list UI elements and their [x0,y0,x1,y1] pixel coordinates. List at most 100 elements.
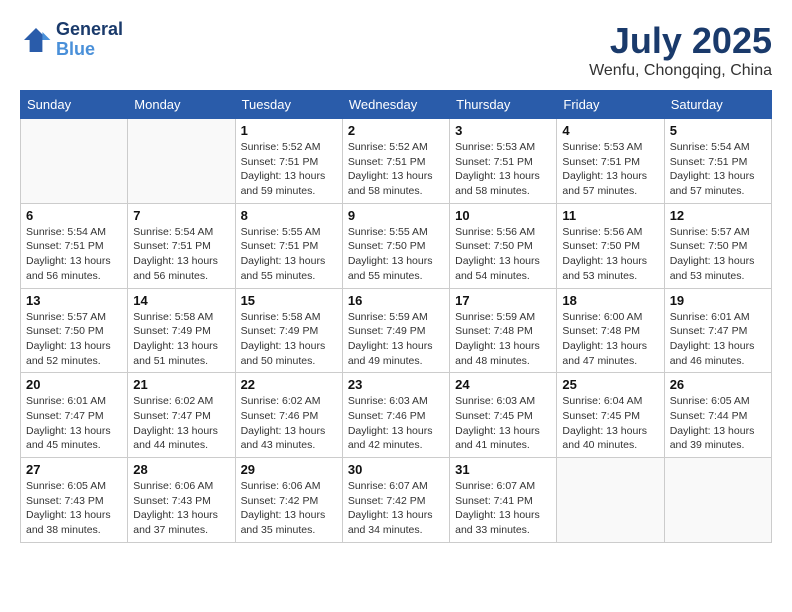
day-number: 22 [241,377,337,392]
day-info: Sunrise: 6:03 AM Sunset: 7:45 PM Dayligh… [455,394,551,453]
day-number: 4 [562,123,658,138]
day-info: Sunrise: 6:07 AM Sunset: 7:42 PM Dayligh… [348,479,444,538]
day-info: Sunrise: 6:03 AM Sunset: 7:46 PM Dayligh… [348,394,444,453]
calendar-cell: 11 Sunrise: 5:56 AM Sunset: 7:50 PM Dayli… [557,203,664,288]
calendar-week-1: 1 Sunrise: 5:52 AM Sunset: 7:51 PM Daylig… [21,119,772,204]
day-number: 30 [348,462,444,477]
calendar-cell: 13 Sunrise: 5:57 AM Sunset: 7:50 PM Dayli… [21,288,128,373]
calendar-week-2: 6 Sunrise: 5:54 AM Sunset: 7:51 PM Daylig… [21,203,772,288]
calendar-cell: 9 Sunrise: 5:55 AM Sunset: 7:50 PM Daylig… [342,203,449,288]
day-number: 9 [348,208,444,223]
day-info: Sunrise: 6:01 AM Sunset: 7:47 PM Dayligh… [26,394,122,453]
calendar-cell: 16 Sunrise: 5:59 AM Sunset: 7:49 PM Dayli… [342,288,449,373]
calendar-week-5: 27Sunrise: 6:05 AM Sunset: 7:43 PM Dayli… [21,458,772,543]
day-info: Sunrise: 5:53 AM Sunset: 7:51 PM Dayligh… [455,140,551,199]
day-number: 19 [670,293,766,308]
day-number: 11 [562,208,658,223]
calendar-cell: 17 Sunrise: 5:59 AM Sunset: 7:48 PM Dayli… [450,288,557,373]
day-number: 26 [670,377,766,392]
calendar-cell: 21 Sunrise: 6:02 AM Sunset: 7:47 PM Dayli… [128,373,235,458]
day-number: 2 [348,123,444,138]
calendar-cell [664,458,771,543]
calendar-cell: 19 Sunrise: 6:01 AM Sunset: 7:47 PM Dayli… [664,288,771,373]
calendar-cell: 23 Sunrise: 6:03 AM Sunset: 7:46 PM Dayli… [342,373,449,458]
day-number: 3 [455,123,551,138]
day-info: Sunrise: 5:58 AM Sunset: 7:49 PM Dayligh… [241,310,337,369]
day-info: Sunrise: 6:06 AM Sunset: 7:42 PM Dayligh… [241,479,337,538]
weekday-header-thursday: Thursday [450,91,557,119]
day-number: 5 [670,123,766,138]
day-number: 10 [455,208,551,223]
day-info: Sunrise: 5:54 AM Sunset: 7:51 PM Dayligh… [26,225,122,284]
calendar-cell: 7 Sunrise: 5:54 AM Sunset: 7:51 PM Daylig… [128,203,235,288]
day-info: Sunrise: 5:52 AM Sunset: 7:51 PM Dayligh… [241,140,337,199]
calendar-cell: 18 Sunrise: 6:00 AM Sunset: 7:48 PM Dayli… [557,288,664,373]
calendar-cell: 12 Sunrise: 5:57 AM Sunset: 7:50 PM Dayli… [664,203,771,288]
day-number: 18 [562,293,658,308]
day-info: Sunrise: 6:00 AM Sunset: 7:48 PM Dayligh… [562,310,658,369]
calendar-cell: 24 Sunrise: 6:03 AM Sunset: 7:45 PM Dayli… [450,373,557,458]
day-info: Sunrise: 6:02 AM Sunset: 7:47 PM Dayligh… [133,394,229,453]
day-number: 8 [241,208,337,223]
calendar-table: SundayMondayTuesdayWednesdayThursdayFrid… [20,90,772,543]
calendar-cell: 20 Sunrise: 6:01 AM Sunset: 7:47 PM Dayli… [21,373,128,458]
day-info: Sunrise: 6:04 AM Sunset: 7:45 PM Dayligh… [562,394,658,453]
day-info: Sunrise: 6:05 AM Sunset: 7:44 PM Dayligh… [670,394,766,453]
day-number: 29 [241,462,337,477]
weekday-header-tuesday: Tuesday [235,91,342,119]
weekday-header-friday: Friday [557,91,664,119]
logo-text: General Blue [56,20,123,60]
day-info: Sunrise: 6:07 AM Sunset: 7:41 PM Dayligh… [455,479,551,538]
day-number: 20 [26,377,122,392]
calendar-cell [557,458,664,543]
calendar-cell: 2 Sunrise: 5:52 AM Sunset: 7:51 PM Daylig… [342,119,449,204]
calendar-cell: 14Sunrise: 5:58 AM Sunset: 7:49 PM Dayli… [128,288,235,373]
day-info: Sunrise: 5:52 AM Sunset: 7:51 PM Dayligh… [348,140,444,199]
calendar-cell: 31 Sunrise: 6:07 AM Sunset: 7:41 PM Dayli… [450,458,557,543]
calendar-cell [128,119,235,204]
day-number: 1 [241,123,337,138]
day-number: 12 [670,208,766,223]
page-header: General Blue July 2025 Wenfu, Chongqing,… [20,20,772,80]
day-info: Sunrise: 5:55 AM Sunset: 7:50 PM Dayligh… [348,225,444,284]
day-number: 25 [562,377,658,392]
day-number: 21 [133,377,229,392]
calendar-cell: 25 Sunrise: 6:04 AM Sunset: 7:45 PM Dayli… [557,373,664,458]
day-number: 31 [455,462,551,477]
title-block: July 2025 Wenfu, Chongqing, China [589,20,772,80]
day-number: 16 [348,293,444,308]
day-info: Sunrise: 5:54 AM Sunset: 7:51 PM Dayligh… [670,140,766,199]
calendar-week-4: 20 Sunrise: 6:01 AM Sunset: 7:47 PM Dayli… [21,373,772,458]
calendar-cell: 6 Sunrise: 5:54 AM Sunset: 7:51 PM Daylig… [21,203,128,288]
day-info: Sunrise: 6:05 AM Sunset: 7:43 PM Dayligh… [26,479,122,538]
weekday-header-monday: Monday [128,91,235,119]
weekday-header-sunday: Sunday [21,91,128,119]
calendar-cell: 3 Sunrise: 5:53 AM Sunset: 7:51 PM Daylig… [450,119,557,204]
day-info: Sunrise: 5:54 AM Sunset: 7:51 PM Dayligh… [133,225,229,284]
day-number: 23 [348,377,444,392]
day-info: Sunrise: 5:56 AM Sunset: 7:50 PM Dayligh… [562,225,658,284]
day-number: 13 [26,293,122,308]
weekday-header-wednesday: Wednesday [342,91,449,119]
calendar-cell: 8 Sunrise: 5:55 AM Sunset: 7:51 PM Daylig… [235,203,342,288]
day-info: Sunrise: 5:58 AM Sunset: 7:49 PM Dayligh… [133,310,229,369]
day-info: Sunrise: 5:53 AM Sunset: 7:51 PM Dayligh… [562,140,658,199]
day-info: Sunrise: 5:59 AM Sunset: 7:49 PM Dayligh… [348,310,444,369]
calendar-cell [21,119,128,204]
calendar-cell: 1 Sunrise: 5:52 AM Sunset: 7:51 PM Daylig… [235,119,342,204]
calendar-cell: 15 Sunrise: 5:58 AM Sunset: 7:49 PM Dayli… [235,288,342,373]
day-info: Sunrise: 5:57 AM Sunset: 7:50 PM Dayligh… [26,310,122,369]
calendar-cell: 4 Sunrise: 5:53 AM Sunset: 7:51 PM Daylig… [557,119,664,204]
day-info: Sunrise: 5:55 AM Sunset: 7:51 PM Dayligh… [241,225,337,284]
calendar-cell: 26 Sunrise: 6:05 AM Sunset: 7:44 PM Dayli… [664,373,771,458]
day-number: 6 [26,208,122,223]
day-number: 15 [241,293,337,308]
day-number: 24 [455,377,551,392]
calendar-cell: 22Sunrise: 6:02 AM Sunset: 7:46 PM Dayli… [235,373,342,458]
day-info: Sunrise: 5:57 AM Sunset: 7:50 PM Dayligh… [670,225,766,284]
day-info: Sunrise: 5:59 AM Sunset: 7:48 PM Dayligh… [455,310,551,369]
day-number: 17 [455,293,551,308]
day-number: 7 [133,208,229,223]
day-info: Sunrise: 6:01 AM Sunset: 7:47 PM Dayligh… [670,310,766,369]
logo: General Blue [20,20,123,60]
